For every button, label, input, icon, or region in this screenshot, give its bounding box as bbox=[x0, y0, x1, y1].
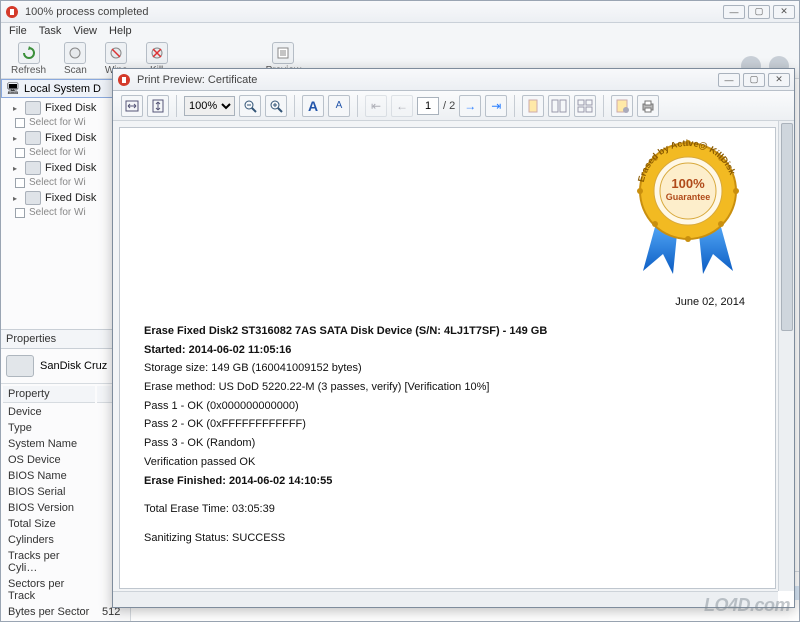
page-total: / 2 bbox=[443, 100, 455, 112]
svg-text:Guarantee: Guarantee bbox=[666, 192, 711, 202]
single-page-button[interactable] bbox=[522, 95, 544, 117]
last-page-button[interactable]: ⇥ bbox=[485, 95, 507, 117]
vertical-scrollbar[interactable] bbox=[778, 121, 794, 591]
main-titlebar: 100% process completed — ▢ ✕ bbox=[1, 1, 799, 23]
close-button[interactable]: ✕ bbox=[773, 5, 795, 19]
scroll-thumb[interactable] bbox=[781, 123, 793, 331]
app-icon bbox=[5, 5, 19, 19]
certificate-date: June 02, 2014 bbox=[675, 296, 745, 308]
checkbox[interactable] bbox=[15, 208, 25, 218]
expand-icon[interactable]: ▸ bbox=[13, 194, 21, 203]
next-page-button[interactable]: → bbox=[459, 95, 481, 117]
table-row: Type bbox=[3, 421, 128, 435]
prev-page-button[interactable]: ← bbox=[391, 95, 413, 117]
menu-view[interactable]: View bbox=[73, 25, 97, 39]
page-setup-button[interactable] bbox=[611, 95, 633, 117]
disk-node-0[interactable]: ▸Fixed Disk bbox=[13, 100, 126, 116]
select-row-1[interactable]: Select for Wi bbox=[13, 146, 126, 160]
properties-table: Property Device Type System Name OS Devi… bbox=[1, 384, 130, 621]
dialog-title: Print Preview: Certificate bbox=[137, 74, 257, 86]
preview-body: Erased by Active@ KillDisk 100% Guarante… bbox=[113, 121, 794, 591]
zoom-in-button[interactable] bbox=[265, 95, 287, 117]
checkbox[interactable] bbox=[15, 148, 25, 158]
table-row: Device bbox=[3, 405, 128, 419]
font-smaller-button[interactable]: A bbox=[328, 95, 350, 117]
tree-root[interactable]: 🖥 Local System D bbox=[1, 79, 130, 98]
selected-device: SanDisk Cruz bbox=[1, 349, 130, 384]
table-row: BIOS Version bbox=[3, 501, 128, 515]
main-window-buttons: — ▢ ✕ bbox=[723, 5, 795, 19]
certificate-page[interactable]: Erased by Active@ KillDisk 100% Guarante… bbox=[119, 127, 776, 589]
expand-icon[interactable]: ▸ bbox=[13, 104, 21, 113]
svg-text:100%: 100% bbox=[671, 176, 705, 191]
preview-icon bbox=[272, 42, 294, 64]
watermark: LO4D.com bbox=[704, 595, 790, 616]
fit-width-button[interactable] bbox=[121, 95, 143, 117]
table-row: Total Size bbox=[3, 517, 128, 531]
checkbox[interactable] bbox=[15, 178, 25, 188]
minimize-button[interactable]: — bbox=[723, 5, 745, 19]
table-row: Sectors per Track bbox=[3, 577, 128, 603]
hdd-icon bbox=[6, 355, 34, 377]
disk-icon bbox=[25, 191, 41, 205]
refresh-icon bbox=[18, 42, 40, 64]
tb-scan[interactable]: Scan bbox=[64, 42, 87, 76]
dialog-close-button[interactable]: ✕ bbox=[768, 73, 790, 87]
scan-icon bbox=[64, 42, 86, 64]
two-page-button[interactable] bbox=[548, 95, 570, 117]
table-row: Bytes per Sector512 bbox=[3, 605, 128, 619]
disk-icon bbox=[25, 101, 41, 115]
zoom-select[interactable]: 100% bbox=[184, 96, 235, 116]
dialog-window-buttons: — ▢ ✕ bbox=[718, 73, 790, 87]
expand-icon[interactable]: ▸ bbox=[13, 164, 21, 173]
fit-page-button[interactable] bbox=[147, 95, 169, 117]
menu-help[interactable]: Help bbox=[109, 25, 132, 39]
kill-icon bbox=[146, 42, 168, 64]
tb-refresh[interactable]: Refresh bbox=[11, 42, 46, 76]
guarantee-seal: Erased by Active@ KillDisk 100% Guarante… bbox=[623, 136, 753, 276]
disk-node-2[interactable]: ▸Fixed Disk bbox=[13, 160, 126, 176]
select-row-2[interactable]: Select for Wi bbox=[13, 176, 126, 190]
font-larger-button[interactable]: A bbox=[302, 95, 324, 117]
certificate-text: Erase Fixed Disk2 ST316082 7AS SATA Disk… bbox=[144, 322, 751, 548]
menubar: File Task View Help bbox=[1, 23, 799, 41]
select-row-0[interactable]: Select for Wi bbox=[13, 116, 126, 130]
device-tree[interactable]: 🖥 Local System D ▸Fixed Disk Select for … bbox=[1, 79, 130, 329]
first-page-button[interactable]: ⇤ bbox=[365, 95, 387, 117]
menu-task[interactable]: Task bbox=[39, 25, 62, 39]
disk-node-1[interactable]: ▸Fixed Disk bbox=[13, 130, 126, 146]
dialog-titlebar: Print Preview: Certificate — ▢ ✕ bbox=[113, 69, 794, 91]
disk-icon bbox=[25, 131, 41, 145]
maximize-button[interactable]: ▢ bbox=[748, 5, 770, 19]
select-row-3[interactable]: Select for Wi bbox=[13, 206, 126, 220]
table-row: BIOS Name bbox=[3, 469, 128, 483]
multi-page-button[interactable] bbox=[574, 95, 596, 117]
table-row: Cylinders bbox=[3, 533, 128, 547]
table-row: Tracks per Cyli… bbox=[3, 549, 128, 575]
menu-file[interactable]: File bbox=[9, 25, 27, 39]
preview-toolbar: 100% A A ⇤ ← / 2 → ⇥ bbox=[113, 91, 794, 121]
dialog-maximize-button[interactable]: ▢ bbox=[743, 73, 765, 87]
expand-icon[interactable]: ▸ bbox=[13, 134, 21, 143]
print-button[interactable] bbox=[637, 95, 659, 117]
table-row: System Name bbox=[3, 437, 128, 451]
print-preview-dialog: Print Preview: Certificate — ▢ ✕ 100% A … bbox=[112, 68, 795, 608]
dialog-icon bbox=[117, 73, 131, 87]
table-row: BIOS Serial bbox=[3, 485, 128, 499]
checkbox[interactable] bbox=[15, 118, 25, 128]
wipe-icon bbox=[105, 42, 127, 64]
main-title: 100% process completed bbox=[25, 6, 149, 18]
computer-icon: 🖥 bbox=[6, 82, 20, 95]
dialog-minimize-button[interactable]: — bbox=[718, 73, 740, 87]
table-row: OS Device bbox=[3, 453, 128, 467]
horizontal-scrollbar[interactable] bbox=[113, 591, 778, 607]
disk-icon bbox=[25, 161, 41, 175]
disk-node-3[interactable]: ▸Fixed Disk bbox=[13, 190, 126, 206]
zoom-out-button[interactable] bbox=[239, 95, 261, 117]
page-input[interactable] bbox=[417, 97, 439, 115]
properties-header: Properties bbox=[1, 329, 130, 349]
